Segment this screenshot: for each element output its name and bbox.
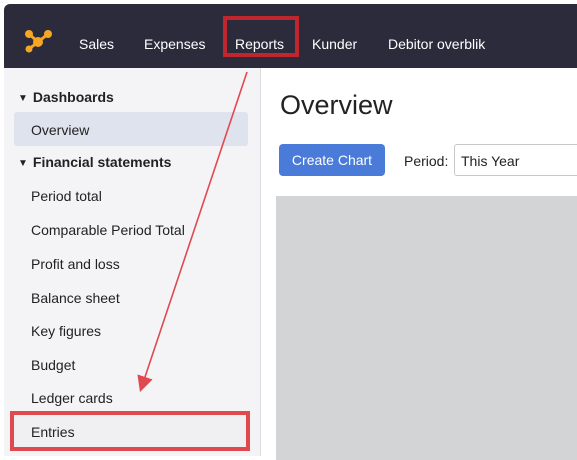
page-title: Overview	[280, 90, 393, 120]
sidebar-item-balance-sheet[interactable]: Balance sheet	[31, 290, 120, 306]
triangle-down-icon: ▼	[18, 158, 28, 169]
section-financial-statements-label: Financial statements	[32, 154, 172, 170]
sidebar-item-entries[interactable]: Entries	[31, 424, 75, 440]
nav-sales[interactable]: Sales	[79, 36, 114, 52]
sidebar-item-ledger-cards[interactable]: Ledger cards	[31, 390, 113, 406]
nav-expenses[interactable]: Expenses	[144, 36, 205, 52]
triangle-down-icon: ▼	[18, 93, 28, 104]
period-label: Period:	[404, 153, 449, 169]
sidebar-item-budget[interactable]: Budget	[31, 357, 75, 373]
sidebar-item-key-figures[interactable]: Key figures	[31, 323, 101, 339]
app-logo-icon[interactable]	[24, 29, 54, 53]
gray-overlay	[276, 196, 577, 460]
create-chart-button[interactable]: Create Chart	[279, 144, 385, 176]
sidebar-item-period-total[interactable]: Period total	[31, 188, 102, 204]
nav-debitor-overblik[interactable]: Debitor overblik	[388, 36, 485, 52]
nav-kunder[interactable]: Kunder	[312, 36, 357, 52]
reports-highlight-box	[223, 16, 299, 57]
sidebar-item-comparable-period-total[interactable]: Comparable Period Total	[31, 222, 185, 238]
period-select[interactable]: This Year	[454, 144, 577, 176]
sidebar-item-profit-and-loss[interactable]: Profit and loss	[31, 256, 120, 272]
section-dashboards[interactable]: ▼ Dashboards	[18, 89, 114, 105]
section-dashboards-label: Dashboards	[32, 89, 114, 105]
section-financial-statements[interactable]: ▼ Financial statements	[18, 154, 171, 170]
sidebar-item-overview[interactable]: Overview	[31, 122, 89, 138]
